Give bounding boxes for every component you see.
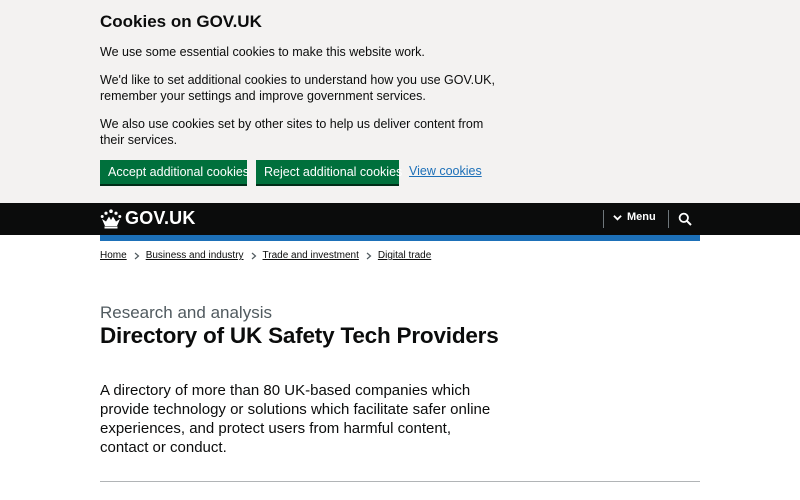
reject-cookies-button[interactable]: Reject additional cookies — [256, 160, 402, 184]
page-title: Directory of UK Safety Tech Providers — [100, 323, 499, 348]
breadcrumb-trade-and-investment[interactable]: Trade and investment — [263, 250, 359, 261]
cookie-banner-text-third-party: We also use cookies set by other sites t… — [100, 117, 484, 147]
cookie-banner-text-additional: We'd like to set additional cookies to u… — [100, 73, 495, 103]
breadcrumb-home[interactable]: Home — [100, 250, 127, 261]
cookie-banner-text-essential: We use some essential cookies to make th… — [100, 45, 425, 59]
header-divider — [603, 210, 604, 228]
menu-button[interactable]: Menu — [613, 211, 656, 223]
cookie-banner: Cookies on GOV.UK We use some essential … — [0, 0, 800, 203]
logo-text: GOV.UK — [125, 208, 196, 228]
menu-label: Menu — [627, 211, 656, 223]
site-header: GOV.UK Menu — [0, 203, 800, 235]
page-caption: Research and analysis — [100, 303, 272, 322]
chevron-down-icon — [613, 214, 622, 221]
chevron-right-icon — [134, 252, 140, 259]
search-icon[interactable] — [678, 212, 692, 226]
govuk-logo-link[interactable]: GOV.UK — [100, 208, 196, 229]
breadcrumb: Home Business and industry Trade and inv… — [100, 250, 431, 261]
breadcrumb-digital-trade[interactable]: Digital trade — [378, 250, 431, 261]
accept-cookies-button[interactable]: Accept additional cookies — [100, 160, 249, 184]
chevron-right-icon — [251, 252, 256, 259]
view-cookies-link[interactable]: View cookies — [409, 164, 482, 178]
header-divider — [668, 210, 669, 228]
breadcrumb-business-and-industry[interactable]: Business and industry — [146, 250, 244, 261]
section-divider — [100, 481, 700, 482]
page-lead-paragraph: A directory of more than 80 UK-based com… — [100, 382, 491, 456]
chevron-right-icon — [366, 252, 372, 259]
crown-icon — [100, 208, 122, 228]
header-blue-stripe — [100, 235, 700, 241]
cookie-banner-title: Cookies on GOV.UK — [100, 12, 262, 31]
